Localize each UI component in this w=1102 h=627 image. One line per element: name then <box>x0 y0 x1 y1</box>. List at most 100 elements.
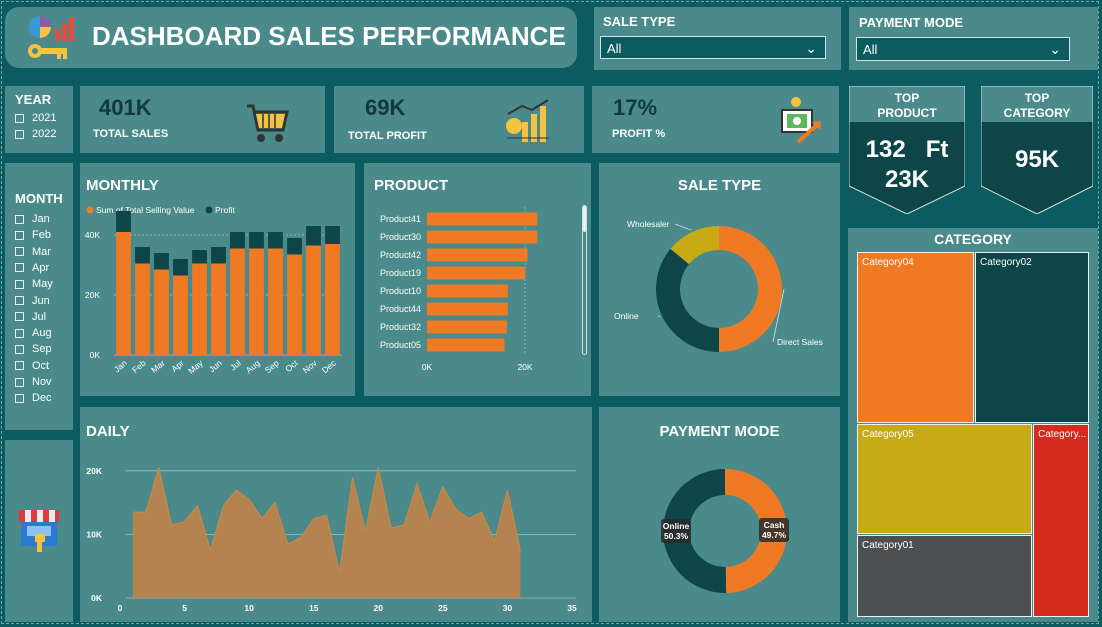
x-tick-label: Feb <box>130 358 148 375</box>
treemap-tile[interactable]: Category... <box>1033 424 1089 617</box>
monthly-chart-panel: MONTHLY Sum of Total Selling Value Profit… <box>80 163 355 396</box>
y-tick-label: 40K <box>85 230 100 240</box>
x-tick-label: 15 <box>309 603 319 613</box>
slice-label: Online <box>614 311 639 321</box>
donut-slice <box>719 226 782 352</box>
data-label-value: 49.7% <box>762 530 787 540</box>
bar-selling-value <box>249 248 264 355</box>
y-tick-label: Product32 <box>380 322 421 332</box>
product-scrollbar-thumb[interactable] <box>583 206 586 232</box>
total-profit-label: TOTAL PROFIT <box>348 130 427 142</box>
bar-selling-value <box>325 244 340 355</box>
month-slicer-title: MONTH <box>15 191 63 206</box>
product-bar <box>427 230 538 244</box>
y-tick-label: Product42 <box>380 250 421 260</box>
month-option-jun[interactable]: Jun <box>15 295 50 307</box>
treemap-tile[interactable]: Category04 <box>857 252 974 423</box>
product-bar <box>427 284 508 298</box>
payment-mode-filter-label: PAYMENT MODE <box>859 15 964 30</box>
checkbox[interactable] <box>15 393 24 403</box>
payment-mode-filter-panel: PAYMENT MODE All ⌄ <box>849 7 1098 70</box>
month-option-label: Feb <box>32 229 51 242</box>
bar-selling-value <box>211 263 226 355</box>
slice-label: Wholesaler <box>627 219 670 229</box>
month-option-aug[interactable]: Aug <box>15 327 52 339</box>
treemap-tile-label: Category02 <box>980 257 1032 268</box>
top-product-name: 132 Ft <box>865 136 949 163</box>
sale-type-dropdown-value: All <box>607 41 622 56</box>
checkbox[interactable] <box>15 113 24 123</box>
y-tick-label: Product19 <box>380 268 421 278</box>
payment-mode-dropdown[interactable]: All ⌄ <box>856 37 1070 61</box>
page-title: DASHBOARD SALES PERFORMANCE <box>92 21 566 51</box>
month-option-sep[interactable]: Sep <box>15 343 52 355</box>
profit-pct-label: PROFIT % <box>612 128 666 140</box>
data-label-value: 50.3% <box>664 531 689 541</box>
legend-marker <box>205 206 213 214</box>
month-option-oct[interactable]: Oct <box>15 360 49 372</box>
treemap-tile[interactable]: Category05 <box>857 424 1032 534</box>
sale-type-chart: Direct Sales Online Wholesaler <box>614 219 823 352</box>
x-tick-label: 20 <box>374 603 384 613</box>
top-product-title-1: TOP <box>894 91 920 105</box>
checkbox[interactable] <box>15 129 24 139</box>
month-option-jul[interactable]: Jul <box>15 311 46 323</box>
payment-mode-chart-panel: PAYMENT MODE Cash 49.7% Online 50.3% <box>599 407 840 622</box>
legend-label: Profit <box>215 205 235 215</box>
sale-type-dropdown[interactable]: All ⌄ <box>600 36 826 59</box>
month-option-label: Apr <box>32 261 50 274</box>
chevron-down-icon: ⌄ <box>805 40 817 56</box>
bar-selling-value <box>135 263 150 355</box>
checkbox[interactable] <box>15 312 24 322</box>
x-tick-label: 35 <box>567 603 577 613</box>
month-option-label: Nov <box>32 376 52 388</box>
month-option-may[interactable]: May <box>15 278 53 290</box>
payment-mode-dropdown-value: All <box>863 42 878 57</box>
year-option-2022[interactable]: 2022 <box>15 128 56 140</box>
checkbox[interactable] <box>15 328 24 338</box>
data-label: Online50.3% <box>661 519 691 543</box>
treemap-tile[interactable]: Category01 <box>857 535 1032 617</box>
product-bar <box>427 248 528 262</box>
month-option-apr[interactable]: Apr <box>15 262 49 274</box>
checkbox[interactable] <box>15 247 24 257</box>
checkbox[interactable] <box>15 344 24 354</box>
daily-chart-panel: DAILY 0K 10K 20K 0 5 10 15 20 25 30 35 <box>80 407 592 622</box>
total-profit-card: 69K TOTAL PROFIT <box>334 86 584 153</box>
year-option-2021[interactable]: 2021 <box>15 112 56 124</box>
month-option-feb[interactable]: Feb <box>15 229 51 241</box>
top-category-title-1: TOP <box>1024 91 1050 105</box>
y-tick-label: Product05 <box>380 340 421 350</box>
monthly-chart: Sum of Total Selling Value Profit 0K 20K 40K… <box>85 205 342 376</box>
bar-profit <box>306 226 321 246</box>
analytics-logo-icon <box>28 16 74 59</box>
checkbox[interactable] <box>15 263 24 273</box>
x-tick-label: 30 <box>503 603 513 613</box>
month-option-jan[interactable]: Jan <box>15 213 50 225</box>
month-option-dec[interactable]: Dec <box>15 392 52 404</box>
treemap-tile[interactable]: Category02 <box>975 252 1089 423</box>
storefront-icon <box>19 510 59 552</box>
checkbox[interactable] <box>15 279 24 289</box>
profit-chart-icon <box>506 99 549 142</box>
x-tick-label: Jun <box>207 358 224 375</box>
month-option-mar[interactable]: Mar <box>15 246 51 258</box>
checkbox[interactable] <box>15 296 24 305</box>
money-growth-icon <box>781 97 821 144</box>
x-tick-label: May <box>186 357 205 375</box>
top-product-card: TOP PRODUCT 132 Ft 23K <box>849 86 965 214</box>
month-option-nov[interactable]: Nov <box>15 376 52 388</box>
month-option-label: Aug <box>32 327 52 340</box>
product-bar <box>427 212 538 226</box>
checkbox[interactable] <box>15 230 24 240</box>
sale-type-chart-panel: SALE TYPE Direct Sales Online Wholesaler <box>599 163 840 396</box>
checkbox[interactable] <box>15 214 24 224</box>
year-slicer-title: YEAR <box>15 92 52 107</box>
product-bar <box>427 266 525 280</box>
product-bar <box>427 320 507 334</box>
checkbox[interactable] <box>15 361 24 371</box>
checkbox[interactable] <box>15 377 24 387</box>
product-scrollbar[interactable] <box>582 205 587 355</box>
donut-slice <box>656 248 719 352</box>
legend-label: Sum of Total Selling Value <box>96 205 195 215</box>
